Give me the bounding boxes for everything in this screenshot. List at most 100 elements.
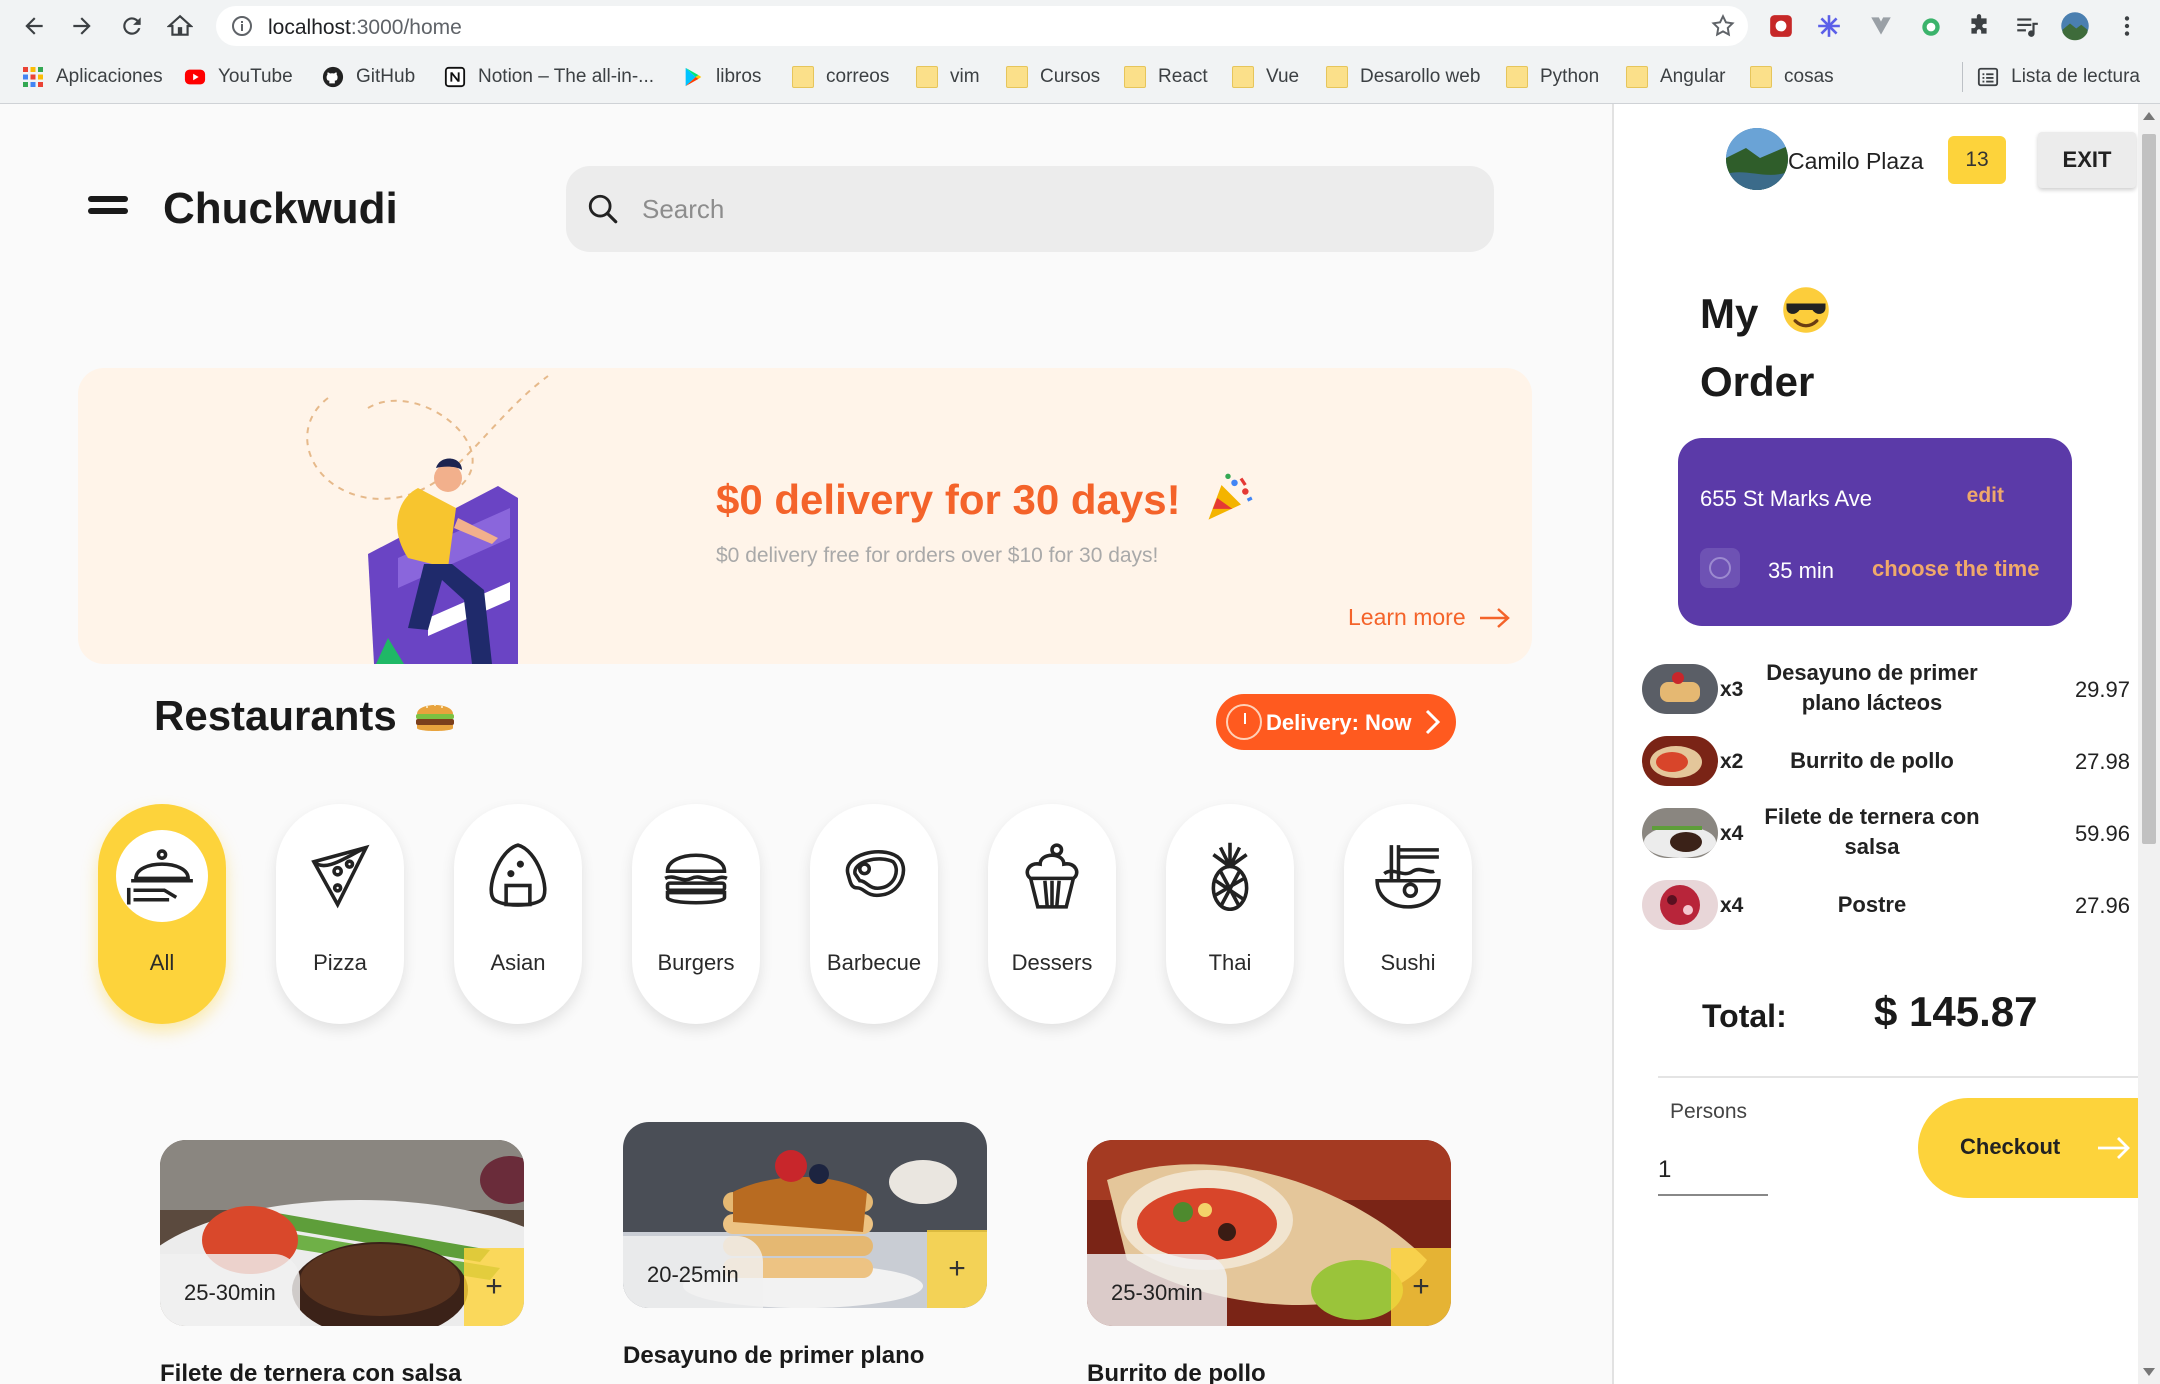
notification-badge[interactable]: 13 <box>1948 136 2006 184</box>
order-title-line1: My <box>1700 290 1759 337</box>
order-sidebar: Camilo Plaza 13 EXIT My Order 655 St Mar… <box>1612 104 2160 1384</box>
bookmark-folder[interactable]: cosas <box>1750 62 1834 92</box>
cupcake-icon <box>1025 843 1079 909</box>
delivery-label: Delivery: Now <box>1266 710 1412 735</box>
menu-kebab-icon[interactable] <box>2112 11 2142 41</box>
bookmark-label: GitHub <box>356 66 416 87</box>
steak-thumbnail <box>1642 808 1718 858</box>
home-button[interactable] <box>162 8 198 44</box>
clock-icon <box>1226 704 1262 740</box>
back-button[interactable] <box>16 8 52 44</box>
bookmark-folder[interactable]: correos <box>792 62 889 92</box>
category-asian[interactable]: Asian <box>454 804 582 1024</box>
order-item: x4 Filete de ternera con salsa 59.96 <box>1642 802 2142 864</box>
arrow-right-icon <box>73 17 91 35</box>
media-queue-icon[interactable] <box>2012 11 2042 41</box>
item-quantity: x4 <box>1720 822 1744 845</box>
chevron-right-icon <box>1425 709 1441 735</box>
profile-avatar-icon[interactable] <box>2060 11 2090 41</box>
bookmark-folder[interactable]: Cursos <box>1006 62 1100 92</box>
bookmark-folder[interactable]: vim <box>916 62 980 92</box>
add-to-order-button[interactable]: + <box>464 1248 524 1326</box>
bookmark-libros[interactable]: libros <box>682 62 761 92</box>
category-icon-circle <box>472 830 564 922</box>
item-quantity: x4 <box>1720 894 1744 917</box>
checkout-button[interactable]: Checkout <box>1918 1098 2160 1198</box>
party-popper-icon <box>1208 473 1253 520</box>
persons-label: Persons <box>1670 1100 1748 1123</box>
category-desserts[interactable]: Dessers <box>988 804 1116 1024</box>
category-thai[interactable]: Thai <box>1166 804 1294 1024</box>
banner-title-text: $0 delivery for 30 days! <box>716 476 1181 523</box>
brand-title: Chuckwudi <box>163 184 398 233</box>
category-all[interactable]: All <box>98 804 226 1024</box>
food-card[interactable]: 25-30min + <box>1087 1140 1451 1326</box>
scroll-up-arrow-icon[interactable] <box>2143 112 2155 120</box>
reload-button[interactable] <box>114 8 150 44</box>
page-scrollbar[interactable] <box>2138 104 2160 1384</box>
delivery-now-button[interactable]: Delivery: Now <box>1216 694 1456 750</box>
forward-button[interactable] <box>64 8 100 44</box>
choose-time-link[interactable]: choose the time <box>1872 556 2039 582</box>
order-title: My Order <box>1700 280 1832 416</box>
category-burgers[interactable]: Burgers <box>632 804 760 1024</box>
category-sushi[interactable]: Sushi <box>1344 804 1472 1024</box>
category-barbecue[interactable]: Barbecue <box>810 804 938 1024</box>
bookmark-folder[interactable]: Angular <box>1626 62 1726 92</box>
bookmark-apps[interactable]: Aplicaciones <box>22 62 163 92</box>
bookmark-label: vim <box>950 66 980 87</box>
hamburger-menu-icon[interactable] <box>88 196 128 216</box>
folder-icon <box>916 66 938 88</box>
folder-icon <box>792 66 814 88</box>
pizza-icon <box>311 844 370 909</box>
bookmark-star-icon[interactable] <box>1710 13 1736 39</box>
extensions-puzzle-icon[interactable] <box>1964 11 1994 41</box>
prep-time-badge: 20-25min <box>623 1236 763 1308</box>
noodles-icon <box>1375 845 1441 909</box>
reading-list-button[interactable]: Lista de lectura <box>1977 62 2140 92</box>
vuetify-icon[interactable] <box>1866 11 1896 41</box>
add-to-order-button[interactable]: + <box>927 1230 987 1308</box>
bookmark-github[interactable]: GitHub <box>322 62 415 92</box>
bookmark-youtube[interactable]: YouTube <box>184 62 293 92</box>
notion-icon <box>444 66 466 88</box>
bookmark-label: Python <box>1540 66 1600 87</box>
address-bar[interactable]: localhost:3000/home <box>216 6 1748 46</box>
url-text: localhost:3000/home <box>268 16 462 40</box>
dessert-thumbnail <box>1642 880 1718 930</box>
exit-button[interactable]: EXIT <box>2038 132 2136 188</box>
food-name: Filete de ternera con salsa <box>160 1360 462 1384</box>
bookmark-label: cosas <box>1784 66 1834 87</box>
extension-3-icon[interactable] <box>1916 11 1946 41</box>
bookmark-label: correos <box>826 66 890 87</box>
item-quantity: x3 <box>1720 678 1744 701</box>
food-card[interactable]: 25-30min + <box>160 1140 524 1326</box>
food-tray-icon <box>126 849 193 905</box>
add-to-order-button[interactable]: + <box>1391 1248 1451 1326</box>
learn-more-link[interactable]: Learn more <box>1348 604 1512 631</box>
bookmark-folder[interactable]: Python <box>1506 62 1599 92</box>
bookmark-label: YouTube <box>218 66 293 87</box>
search-input[interactable] <box>642 184 1462 234</box>
order-item: x3 Desayuno de primer plano lácteos 29.9… <box>1642 658 2142 720</box>
extension-1-icon[interactable] <box>1766 11 1796 41</box>
scrollbar-thumb[interactable] <box>2142 134 2156 844</box>
learn-more-label: Learn more <box>1348 604 1466 630</box>
category-pizza[interactable]: Pizza <box>276 804 404 1024</box>
bookmark-folder[interactable]: Desarollo web <box>1326 62 1480 92</box>
extension-2-icon[interactable] <box>1814 11 1844 41</box>
category-label: Dessers <box>1011 950 1093 975</box>
clock-icon <box>1700 548 1740 588</box>
bookmark-folder[interactable]: React <box>1124 62 1208 92</box>
persons-input[interactable] <box>1658 1146 1768 1196</box>
bookmark-notion[interactable]: Notion – The all-in-... <box>444 62 654 92</box>
user-avatar[interactable] <box>1726 128 1788 190</box>
edit-address-link[interactable]: edit <box>1967 484 2004 508</box>
search-bar[interactable] <box>566 166 1494 252</box>
bookmark-folder[interactable]: Vue <box>1232 62 1299 92</box>
food-card[interactable]: 20-25min + <box>623 1122 987 1308</box>
avatar-image <box>1726 128 1788 190</box>
pineapple-icon <box>1211 842 1249 912</box>
info-icon[interactable] <box>230 14 254 38</box>
scroll-down-arrow-icon[interactable] <box>2143 1368 2155 1376</box>
